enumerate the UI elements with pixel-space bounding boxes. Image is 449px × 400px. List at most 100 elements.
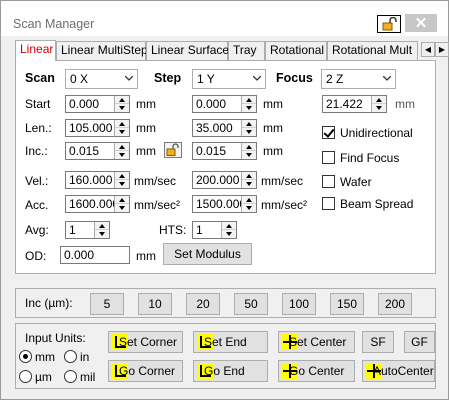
increment-5-button[interactable]: 5 (90, 293, 124, 315)
spin-up-button[interactable] (242, 120, 256, 128)
tab-scroll-left-button[interactable]: ◀ (421, 42, 435, 57)
scan-axis-select[interactable]: 0 X (65, 69, 138, 89)
scan-acceleration-spinner[interactable]: 1600.000 (65, 195, 130, 213)
tab-linear[interactable]: Linear (15, 40, 56, 61)
spin-up-button[interactable] (242, 96, 256, 104)
tab-rotational-mult[interactable]: Rotational Mult (327, 41, 418, 60)
beam-spread-checkbox[interactable]: Beam Spread (322, 197, 413, 211)
increment-10-button[interactable]: 10 (138, 293, 172, 315)
increment-20-button[interactable]: 20 (186, 293, 220, 315)
spin-down-button[interactable] (242, 104, 256, 112)
find-focus-checkbox[interactable]: Find Focus (322, 151, 399, 165)
average-label: Avg: (25, 223, 49, 237)
spin-up-button[interactable] (95, 222, 109, 230)
step-start-spinner[interactable]: 0.000 (192, 95, 257, 113)
set-modulus-button[interactable]: Set Modulus (163, 243, 252, 265)
increment-50-button[interactable]: 50 (234, 293, 268, 315)
go-center-button[interactable]: Go Center (278, 360, 355, 382)
scan-increment-spinner[interactable]: 0.015 (65, 142, 130, 160)
radio-dot (19, 370, 32, 383)
step-axis-select[interactable]: 1 Y (192, 69, 266, 89)
step-increment-spinner[interactable]: 0.015 (192, 142, 257, 160)
hts-spinner[interactable]: 1 (192, 221, 237, 239)
increment-150-button[interactable]: 150 (330, 293, 364, 315)
unit-in-radio[interactable]: in (64, 350, 89, 364)
velocity-unit-label: mm/sec (261, 174, 303, 188)
spin-down-button[interactable] (242, 204, 256, 212)
velocity-unit-label: mm/sec (134, 174, 176, 188)
average-spinner[interactable]: 1 (65, 221, 110, 239)
spin-up-button[interactable] (372, 96, 386, 104)
spin-down-button[interactable] (115, 151, 129, 159)
spin-down-button[interactable] (115, 128, 129, 136)
od-label: OD: (25, 249, 47, 263)
checkbox-label: Wafer (340, 175, 372, 189)
focus-axis-label: Focus (276, 71, 313, 85)
spin-up-button[interactable] (115, 120, 129, 128)
spin-down-button[interactable] (372, 104, 386, 112)
step-velocity-value: 200.000 (196, 173, 240, 187)
link-lock-button[interactable] (164, 142, 182, 158)
spin-down-button[interactable] (115, 180, 129, 188)
spin-down-button[interactable] (115, 204, 129, 212)
unit-label: mm (395, 97, 415, 111)
spin-down-button[interactable] (242, 151, 256, 159)
step-velocity-spinner[interactable]: 200.000 (192, 171, 257, 189)
unidirectional-checkbox[interactable]: Unidirectional (322, 126, 413, 140)
unit-label: mm (136, 249, 156, 263)
go-corner-button[interactable]: Go Corner (108, 360, 183, 382)
focus-start-spinner[interactable]: 21.422 (322, 95, 387, 113)
od-input[interactable]: 0.000 (60, 246, 130, 264)
close-button[interactable]: ✕ (405, 14, 437, 32)
spin-down-button[interactable] (242, 180, 256, 188)
tab-scroll-right-button[interactable]: ▶ (435, 42, 449, 57)
focus-start-value: 21.422 (326, 97, 363, 111)
spin-up-button[interactable] (242, 172, 256, 180)
step-acceleration-spinner[interactable]: 1500.000 (192, 195, 257, 213)
input-units-label: Input Units: (25, 331, 86, 345)
unit-label: mm (263, 121, 283, 135)
average-value: 1 (69, 223, 76, 237)
set-end-label: Set End (204, 335, 247, 349)
radio-dot (64, 350, 77, 363)
step-axis-label: Step (154, 71, 182, 85)
scan-velocity-spinner[interactable]: 160.000 (65, 171, 130, 189)
focus-axis-select[interactable]: 2 Z (321, 69, 396, 89)
spin-up-button[interactable] (222, 222, 236, 230)
unit-um-radio[interactable]: µm (19, 370, 52, 384)
tab-rotational[interactable]: Rotational (265, 41, 327, 60)
scan-length-spinner[interactable]: 105.000 (65, 119, 130, 137)
wafer-checkbox[interactable]: Wafer (322, 175, 372, 189)
spin-up-button[interactable] (115, 143, 129, 151)
set-end-button[interactable]: Set End (193, 331, 268, 353)
step-axis-value: 1 Y (197, 72, 215, 86)
auto-center-button[interactable]: AutoCenter (362, 360, 435, 382)
spin-up-button[interactable] (242, 196, 256, 204)
scan-start-spinner[interactable]: 0.000 (65, 95, 130, 113)
tab-linear-surface[interactable]: Linear Surface (146, 41, 229, 60)
tab-linear-multistep[interactable]: Linear MultiStep (56, 41, 148, 60)
go-end-button[interactable]: Go End (193, 360, 268, 382)
unit-mil-radio[interactable]: mil (64, 370, 95, 384)
spin-down-button[interactable] (242, 128, 256, 136)
set-center-button[interactable]: Set Center (278, 331, 355, 353)
increment-100-button[interactable]: 100 (282, 293, 316, 315)
spin-down-button[interactable] (95, 230, 109, 238)
spin-down-button[interactable] (222, 230, 236, 238)
tab-tray[interactable]: Tray (228, 41, 265, 60)
spin-up-button[interactable] (115, 96, 129, 104)
set-corner-button[interactable]: Set Corner (108, 331, 183, 353)
gf-button[interactable]: GF (404, 331, 435, 353)
start-label: Start (25, 97, 51, 111)
lock-button[interactable] (377, 15, 401, 33)
spin-down-button[interactable] (115, 104, 129, 112)
spin-up-button[interactable] (242, 143, 256, 151)
sf-button[interactable]: SF (362, 331, 394, 353)
spin-up-button[interactable] (115, 196, 129, 204)
step-length-value: 35.000 (196, 121, 233, 135)
step-length-spinner[interactable]: 35.000 (192, 119, 257, 137)
unit-mm-radio[interactable]: mm (19, 350, 55, 364)
increment-label: Inc.: (25, 144, 48, 158)
increment-200-button[interactable]: 200 (378, 293, 412, 315)
spin-up-button[interactable] (115, 172, 129, 180)
